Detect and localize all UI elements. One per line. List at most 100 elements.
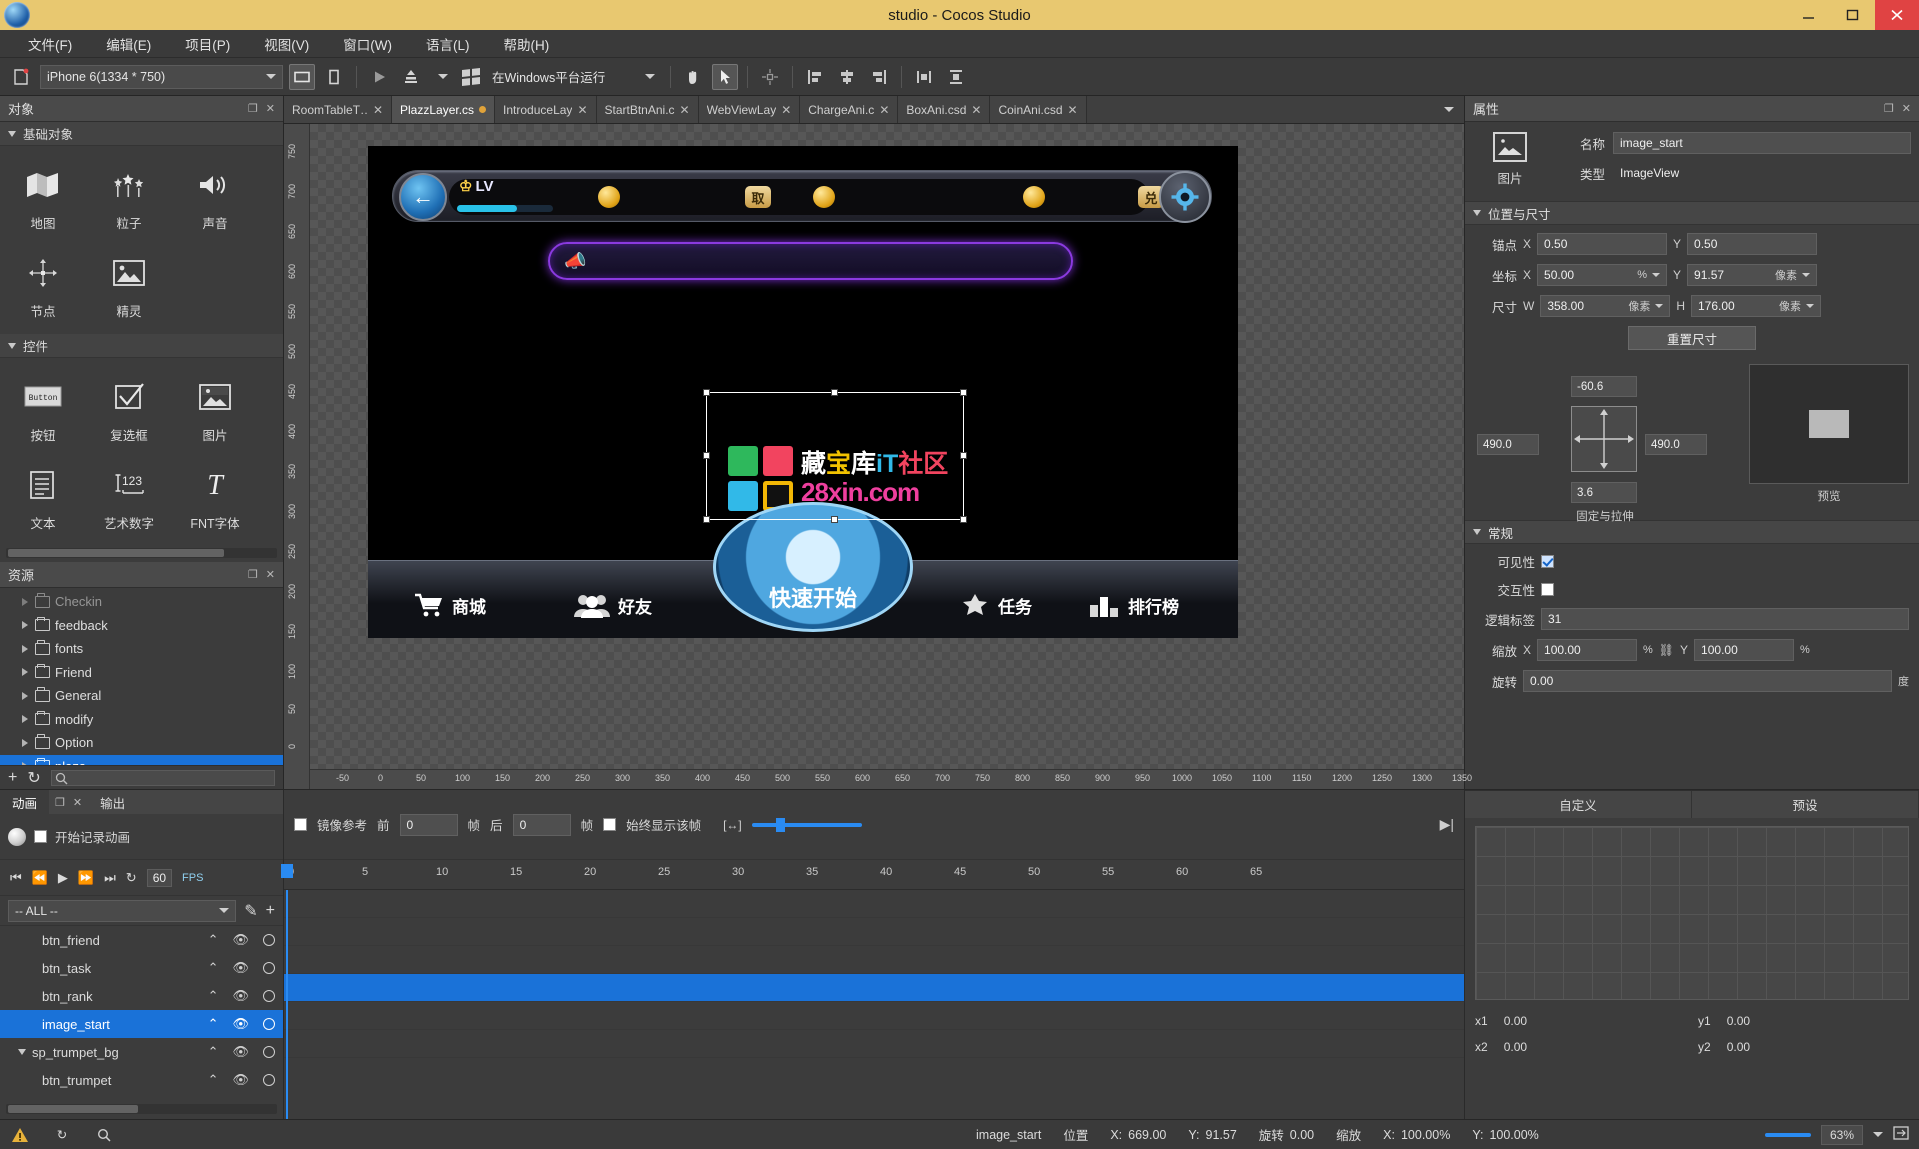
record-toggle-icon[interactable] (263, 1074, 275, 1086)
collapse-icon[interactable]: ⌃ (208, 1044, 219, 1060)
landscape-icon[interactable] (289, 63, 315, 90)
close-icon[interactable]: ✕ (1068, 103, 1078, 117)
design-stage[interactable]: ← ♔ LV 取 兑 📣 藏宝库iT社区 28xin.com 商城 好友 任务 … (310, 124, 1464, 769)
scale-x-input[interactable]: 100.00 (1537, 639, 1638, 661)
fit-icon[interactable]: [↔] (723, 818, 742, 832)
track-btn-task[interactable] (284, 918, 1464, 946)
distribute-v-icon[interactable] (943, 64, 969, 90)
chevron-down-icon[interactable] (1652, 273, 1661, 277)
group-header-controls[interactable]: 控件 (0, 334, 283, 358)
selection-box[interactable] (703, 389, 967, 523)
eye-icon[interactable]: 👁 (232, 1016, 249, 1032)
device-combo[interactable]: iPhone 6(1334 * 750) (40, 64, 283, 89)
tree-item-option[interactable]: Option (0, 731, 283, 755)
tab-webviewlayer[interactable]: WebViewLay ✕ (698, 96, 801, 123)
platform-combo[interactable]: 在Windows平台运行 (486, 65, 661, 89)
timeline-ruler[interactable]: 0 5 10 15 20 25 30 35 40 45 50 55 60 65 (284, 860, 1464, 890)
play-icon[interactable] (366, 64, 392, 90)
status-search-icon[interactable] (94, 1126, 114, 1144)
select-tool-icon[interactable] (712, 63, 738, 90)
timeline-zoom-slider[interactable] (751, 817, 862, 832)
tree-item-general[interactable]: General (0, 684, 283, 708)
collapse-icon[interactable]: ⌃ (208, 960, 219, 976)
menu-file[interactable]: 文件(F) (12, 30, 88, 58)
mirror-reference-checkbox[interactable] (294, 818, 307, 831)
before-input[interactable]: 0 (399, 813, 458, 836)
track-image-start[interactable] (284, 974, 1464, 1002)
chevron-down-icon[interactable] (1802, 273, 1811, 277)
tree-item-checkin[interactable]: Checkin (0, 590, 283, 614)
palette-item-map[interactable]: 地图 (0, 154, 86, 242)
palette-item-text[interactable]: 文本 (0, 454, 86, 542)
eye-icon[interactable]: 👁 (232, 932, 249, 948)
timeline-node-hscrollbar[interactable] (6, 1104, 277, 1114)
timeline-row-btn-task[interactable]: btn_task ⌃ 👁 (0, 954, 283, 982)
close-icon[interactable]: ✕ (971, 103, 981, 117)
game-shop-button[interactable]: 商城 (414, 592, 486, 618)
eye-icon[interactable]: 👁 (232, 988, 249, 1004)
visible-checkbox[interactable] (1541, 555, 1554, 568)
palette-item-button[interactable]: Button 按钮 (0, 366, 86, 454)
loop-icon[interactable]: ↻ (126, 870, 137, 886)
maximize-button[interactable] (1831, 0, 1875, 30)
close-icon[interactable]: ✕ (680, 103, 690, 117)
section-general[interactable]: 常规 (1465, 520, 1919, 544)
resource-tree[interactable]: Checkin feedback fonts Friend General mo… (0, 588, 283, 765)
tab-coinani[interactable]: CoinAni.csd ✕ (990, 96, 1087, 123)
menu-project[interactable]: 项目(P) (169, 30, 246, 58)
refresh-resource-button[interactable]: ↻ (27, 768, 40, 788)
chevron-down-icon[interactable] (1873, 1132, 1883, 1137)
palette-item-particle[interactable]: 粒子 (86, 154, 172, 242)
curve-x1-input[interactable]: 0.00 (1499, 1011, 1686, 1031)
anchor-x-input[interactable]: 0.50 (1537, 233, 1668, 255)
size-w-input[interactable]: 358.00 像素 (1540, 295, 1671, 317)
minimize-button[interactable] (1787, 0, 1831, 30)
timeline-row-image-start[interactable]: image_start ⌃ 👁 (0, 1010, 283, 1038)
gear-icon[interactable] (1159, 171, 1211, 223)
pencil-icon[interactable]: ✎ (244, 901, 257, 921)
record-toggle-icon[interactable] (263, 934, 275, 946)
play-icon[interactable]: ▶ (58, 870, 68, 886)
tab-plazzlayer[interactable]: PlazzLayer.cs (392, 96, 496, 123)
close-icon[interactable]: ✕ (1902, 102, 1911, 115)
tab-animation[interactable]: 动画 (0, 790, 50, 814)
link-scale-icon[interactable]: ⛓ (1659, 643, 1674, 657)
close-icon[interactable]: ✕ (781, 103, 791, 117)
play-right-icon[interactable]: ▶| (1440, 816, 1454, 833)
back-arrow-icon[interactable]: ← (399, 173, 447, 221)
property-name-input[interactable]: image_start (1613, 132, 1911, 154)
close-icon[interactable]: ✕ (266, 568, 275, 581)
stretch-grid[interactable] (1571, 406, 1637, 472)
tab-introducelayer[interactable]: IntroduceLay ✕ (495, 96, 597, 123)
collapse-icon[interactable]: ⌃ (208, 1016, 219, 1032)
align-left-icon[interactable] (802, 64, 828, 90)
chevron-down-icon[interactable] (1444, 107, 1454, 112)
tag-input[interactable]: 31 (1541, 608, 1909, 630)
close-icon[interactable]: ✕ (577, 103, 587, 117)
group-header-basic-objects[interactable]: 基础对象 (0, 122, 283, 146)
timeline-playhead[interactable] (281, 864, 293, 1119)
restore-icon[interactable]: ❐ (248, 102, 258, 115)
record-toggle-icon[interactable] (263, 962, 275, 974)
chevron-down-icon[interactable] (18, 1049, 26, 1055)
eye-icon[interactable]: 👁 (232, 1044, 249, 1060)
tree-item-feedback[interactable]: feedback (0, 614, 283, 638)
zoom-value[interactable]: 63% (1820, 1124, 1863, 1145)
align-center-icon[interactable] (757, 64, 783, 90)
game-task-button[interactable]: 任务 (960, 592, 1032, 618)
collapse-icon[interactable]: ⌃ (208, 932, 219, 948)
margin-right-input[interactable]: 490.0 (1645, 434, 1707, 455)
restore-icon[interactable]: ❐ (1884, 102, 1894, 115)
game-friends-button[interactable]: 好友 (574, 592, 652, 618)
zoom-slider[interactable] (1764, 1132, 1811, 1137)
palette-item-checkbox[interactable]: 复选框 (86, 366, 172, 454)
tree-item-modify[interactable]: modify (0, 708, 283, 732)
track-sp-trumpet-bg[interactable] (284, 1002, 1464, 1030)
curve-y1-input[interactable]: 0.00 (1722, 1011, 1909, 1031)
publish-dropdown-icon[interactable] (430, 64, 456, 90)
timeline-row-btn-trumpet[interactable]: btn_trumpet ⌃ 👁 (0, 1066, 283, 1094)
timeline-row-sp-trumpet-bg[interactable]: sp_trumpet_bg ⌃ 👁 (0, 1038, 283, 1066)
reset-size-button[interactable]: 重置尺寸 (1628, 326, 1756, 350)
curve-graph[interactable] (1465, 818, 1919, 1008)
tree-item-fonts[interactable]: fonts (0, 637, 283, 661)
